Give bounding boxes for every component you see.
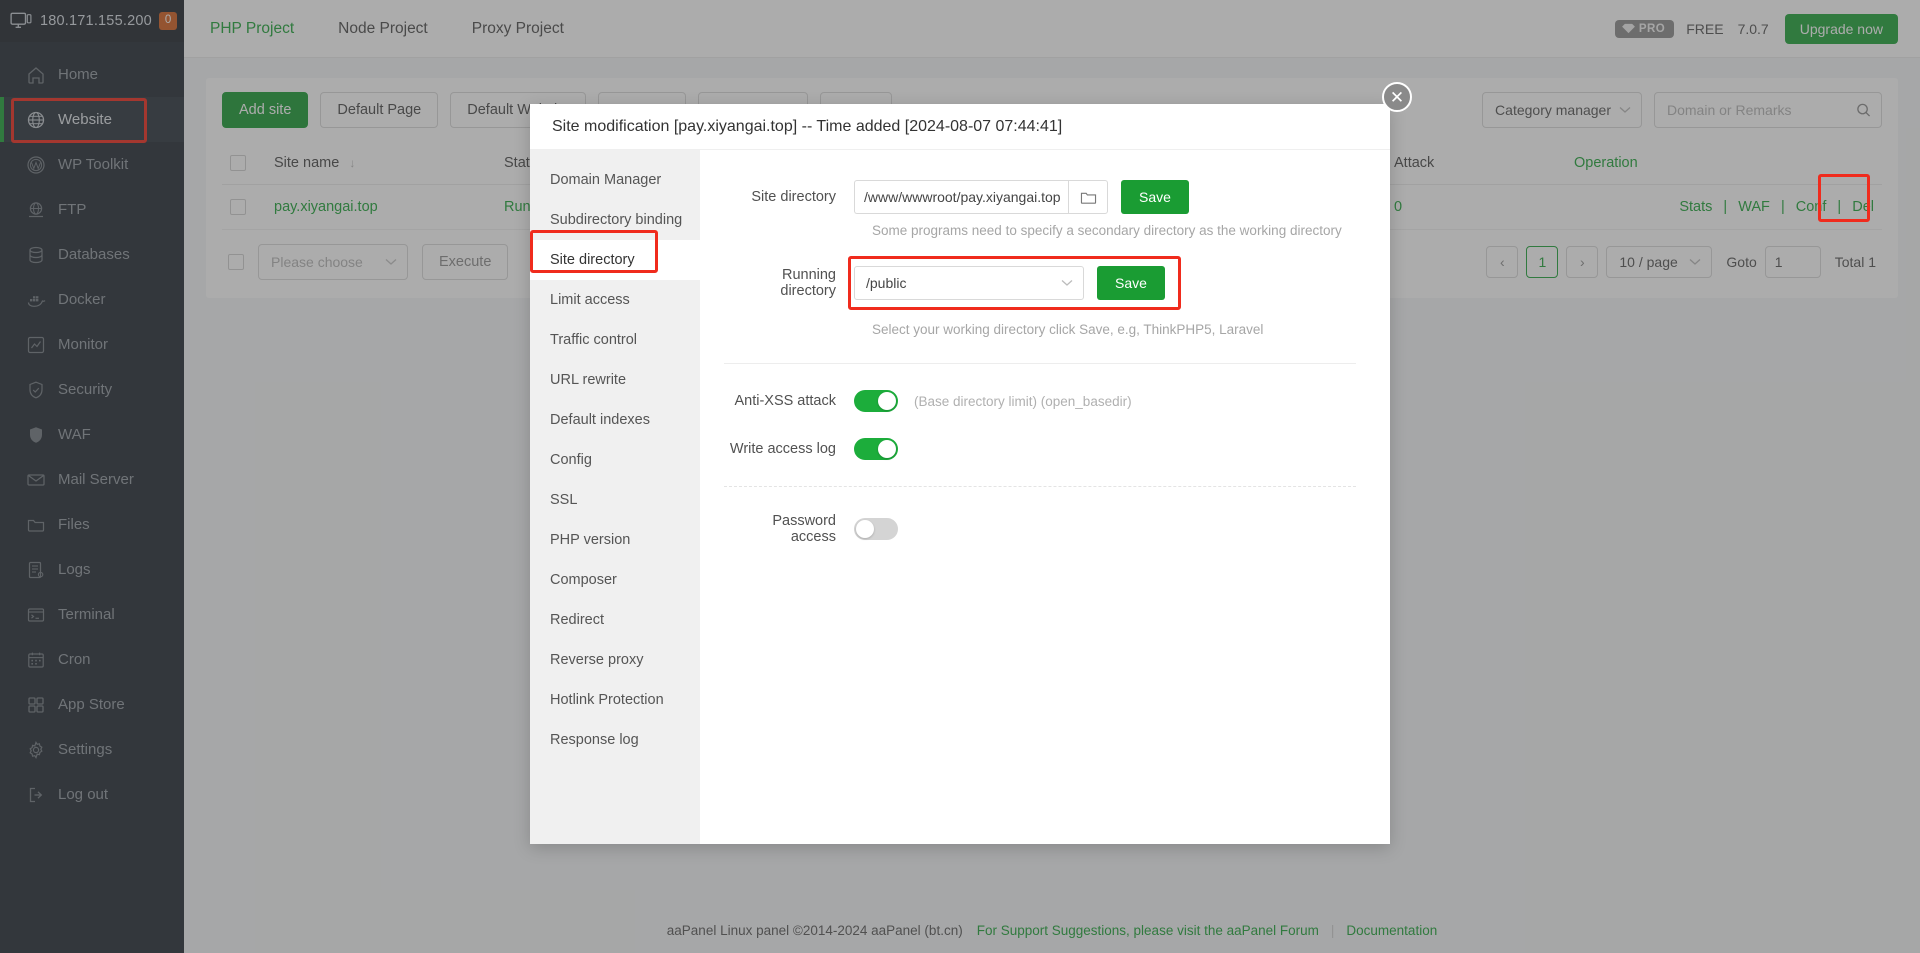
toggle-knob bbox=[856, 520, 874, 538]
nav-label: Hotlink Protection bbox=[550, 692, 664, 708]
site-directory-hint: Some programs need to specify a secondar… bbox=[872, 223, 1356, 238]
write-access-log-row: Write access log bbox=[724, 438, 1356, 460]
modal-nav-default-indexes[interactable]: Default indexes bbox=[530, 400, 700, 440]
running-directory-select[interactable]: /public bbox=[854, 266, 1084, 300]
folder-browse-button[interactable] bbox=[1068, 180, 1108, 214]
password-access-label: Password access bbox=[724, 513, 854, 545]
modal-body: Domain Manager Subdirectory binding Site… bbox=[530, 150, 1390, 844]
running-directory-hint: Select your working directory click Save… bbox=[872, 322, 1356, 337]
anti-xss-note: (Base directory limit) (open_basedir) bbox=[914, 394, 1132, 409]
modal-nav-subdirectory-binding[interactable]: Subdirectory binding bbox=[530, 200, 700, 240]
anti-xss-row: Anti-XSS attack (Base directory limit) (… bbox=[724, 390, 1356, 412]
modal-nav-response-log[interactable]: Response log bbox=[530, 720, 700, 760]
modal-nav-ssl[interactable]: SSL bbox=[530, 480, 700, 520]
nav-label: Default indexes bbox=[550, 412, 650, 428]
modal-nav-traffic-control[interactable]: Traffic control bbox=[530, 320, 700, 360]
write-access-log-label: Write access log bbox=[724, 441, 854, 457]
folder-icon bbox=[1080, 190, 1097, 205]
modal-nav-url-rewrite[interactable]: URL rewrite bbox=[530, 360, 700, 400]
nav-label: Response log bbox=[550, 732, 639, 748]
write-access-log-toggle[interactable] bbox=[854, 438, 898, 460]
modal-nav-domain-manager[interactable]: Domain Manager bbox=[530, 160, 700, 200]
close-icon[interactable]: ✕ bbox=[1382, 82, 1412, 112]
anti-xss-label: Anti-XSS attack bbox=[724, 393, 854, 409]
modal-title: Site modification [pay.xiyangai.top] -- … bbox=[530, 104, 1390, 150]
running-directory-block: Running directory /public Save bbox=[724, 256, 1356, 310]
chevron-down-icon bbox=[1061, 283, 1073, 287]
anti-xss-toggle[interactable] bbox=[854, 390, 898, 412]
nav-label: Redirect bbox=[550, 612, 604, 628]
nav-label: URL rewrite bbox=[550, 372, 626, 388]
toggle-knob bbox=[878, 440, 896, 458]
nav-label: Subdirectory binding bbox=[550, 212, 682, 228]
modal-nav-redirect[interactable]: Redirect bbox=[530, 600, 700, 640]
nav-label: SSL bbox=[550, 492, 577, 508]
running-directory-value: /public bbox=[866, 275, 906, 291]
modal-pane-site-directory: Site directory /www/wwwroot/pay.xiyangai… bbox=[700, 150, 1390, 844]
modal-nav-hotlink-protection[interactable]: Hotlink Protection bbox=[530, 680, 700, 720]
modal-nav-php-version[interactable]: PHP version bbox=[530, 520, 700, 560]
nav-label: PHP version bbox=[550, 532, 630, 548]
section-divider bbox=[724, 363, 1356, 364]
modal-nav-site-directory[interactable]: Site directory bbox=[530, 240, 700, 280]
site-modification-modal: ✕ Site modification [pay.xiyangai.top] -… bbox=[530, 104, 1390, 844]
app-root: 180.171.155.200 0 Home Website WP Toolki… bbox=[0, 0, 1920, 953]
site-directory-label: Site directory bbox=[724, 189, 854, 205]
toggle-knob bbox=[878, 392, 896, 410]
running-directory-row: Running directory /public Save bbox=[724, 256, 1356, 310]
nav-label: Config bbox=[550, 452, 592, 468]
nav-label: Reverse proxy bbox=[550, 652, 643, 668]
modal-nav: Domain Manager Subdirectory binding Site… bbox=[530, 150, 700, 844]
password-access-row: Password access bbox=[724, 513, 1356, 545]
modal-nav-limit-access[interactable]: Limit access bbox=[530, 280, 700, 320]
site-directory-row: Site directory /www/wwwroot/pay.xiyangai… bbox=[724, 180, 1356, 214]
password-access-toggle[interactable] bbox=[854, 518, 898, 540]
modal-nav-config[interactable]: Config bbox=[530, 440, 700, 480]
nav-label: Domain Manager bbox=[550, 172, 661, 188]
dashed-divider bbox=[724, 486, 1356, 487]
modal-nav-composer[interactable]: Composer bbox=[530, 560, 700, 600]
site-directory-input[interactable]: /www/wwwroot/pay.xiyangai.top bbox=[854, 180, 1068, 214]
running-directory-label: Running directory bbox=[724, 267, 854, 299]
modal-nav-reverse-proxy[interactable]: Reverse proxy bbox=[530, 640, 700, 680]
site-directory-save-button[interactable]: Save bbox=[1121, 180, 1189, 214]
running-directory-save-button[interactable]: Save bbox=[1097, 266, 1165, 300]
nav-label: Limit access bbox=[550, 292, 630, 308]
nav-label: Composer bbox=[550, 572, 617, 588]
nav-label: Traffic control bbox=[550, 332, 637, 348]
nav-label: Site directory bbox=[550, 252, 635, 268]
